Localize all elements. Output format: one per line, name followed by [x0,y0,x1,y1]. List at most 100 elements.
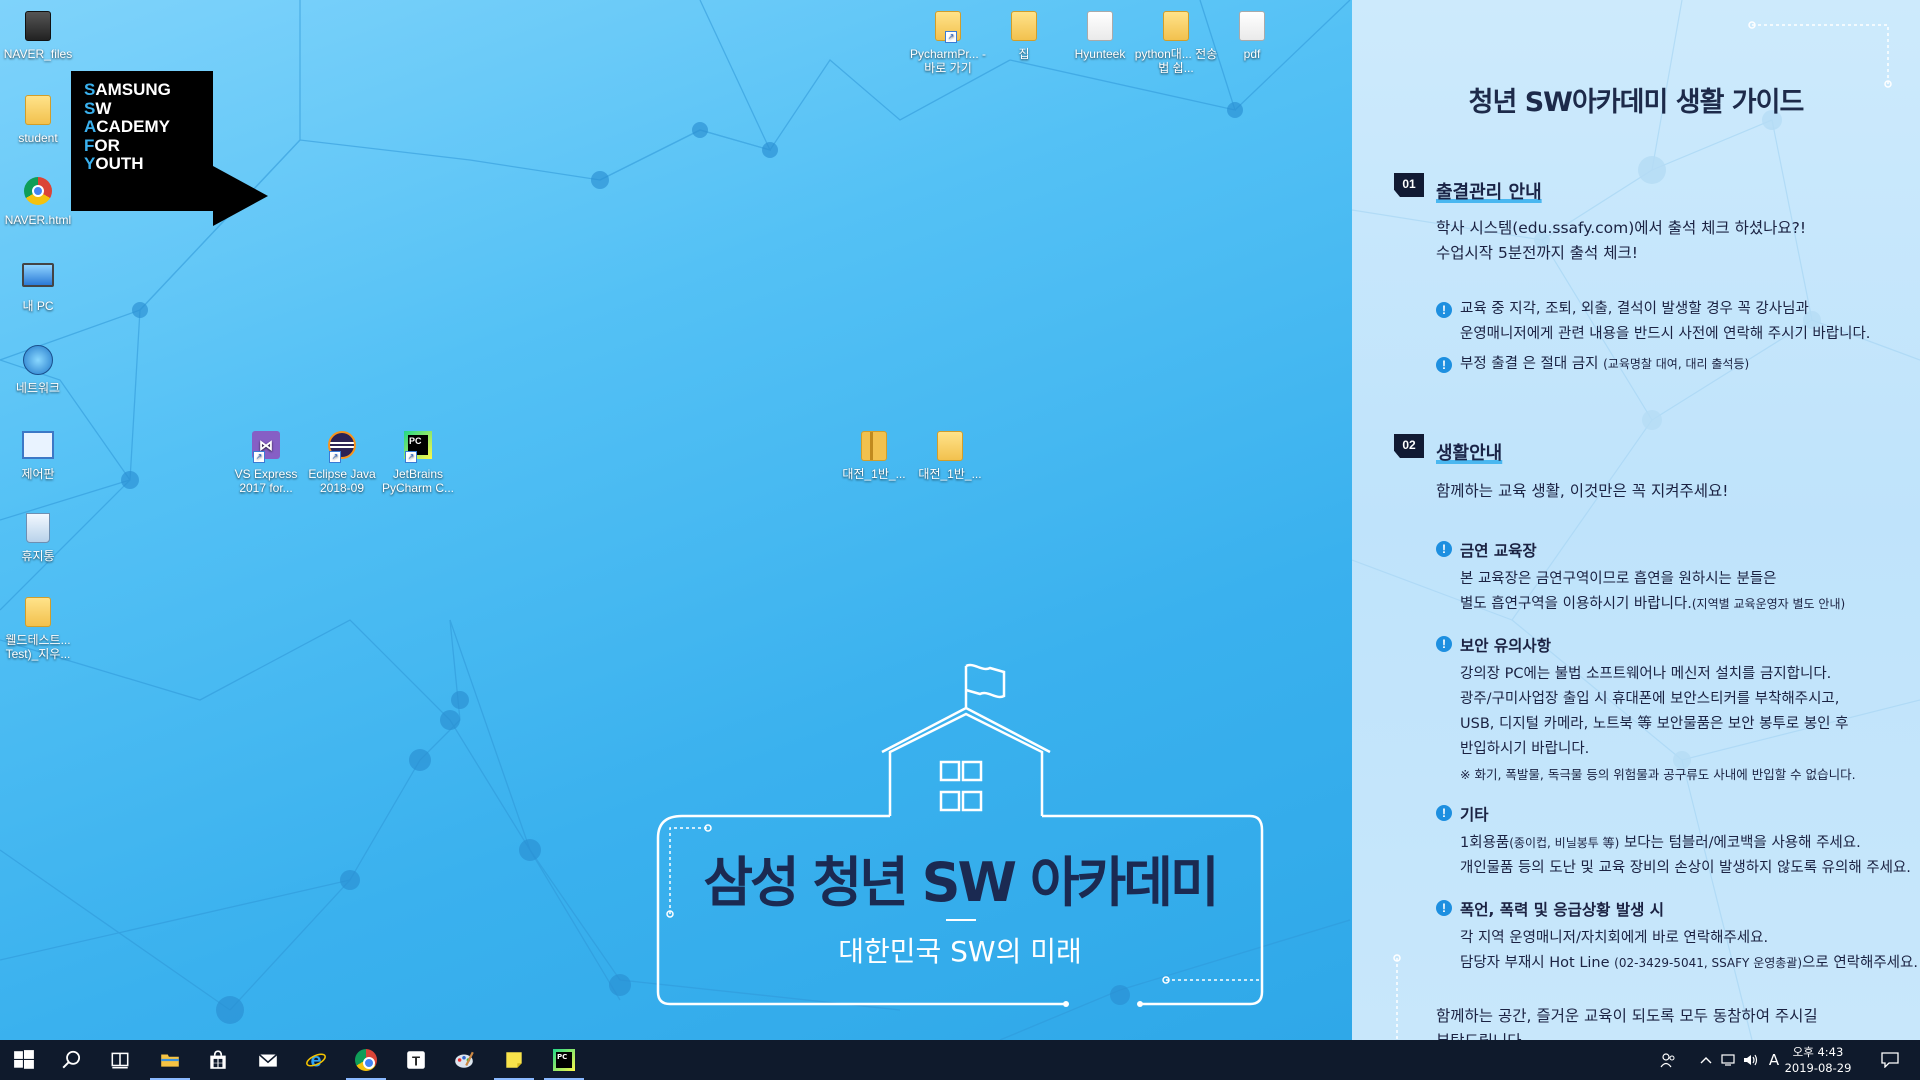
network-tray-icon [1721,1054,1735,1066]
etc-line: 개인물품 등의 도난 및 교육 장비의 손상이 발생하지 않도록 유의해 주세요… [1460,860,1911,876]
start-button[interactable] [0,1040,48,1080]
alert-icon: ! [1436,541,1452,557]
control-panel-icon [21,431,55,465]
desktop-icon-label: Hyunteek [1074,47,1126,61]
school-subtitle: 대한민국 SW의 미래 [838,935,1082,968]
people-button[interactable] [1656,1040,1680,1080]
taskbar-paint[interactable] [440,1040,488,1080]
clock[interactable]: 오후 4:43 2019-08-29 [1775,1040,1861,1080]
taskbar-typora[interactable]: T [392,1040,440,1080]
desktop-icon-label: python대... 전송법 쉽... [1134,47,1218,75]
taskbar-file-explorer[interactable] [146,1040,194,1080]
desktop-icon-label: 휴지통 [21,549,55,563]
desktop-icon-pdf[interactable]: pdf [1210,8,1294,61]
desktop-icon-label: 제어판 [21,467,55,481]
desktop-icon-label: PycharmPr... - 바로 가기 [909,47,986,75]
volume-icon [1744,1054,1758,1066]
network-tray-button[interactable] [1718,1040,1740,1080]
guide-decoration [1352,0,1920,1040]
paint-icon [455,1051,474,1068]
action-center-button[interactable] [1866,1040,1914,1080]
desktop-icon-label: NAVER_files [3,47,73,61]
shortcut-folder-icon: ↗ [931,11,965,45]
attendance-notice: 운영매니저에게 관련 내용을 반드시 사전에 연락해 주시기 바랍니다. [1460,326,1871,342]
alert-icon: ! [1436,636,1452,652]
taskbar-store[interactable] [194,1040,242,1080]
taskbar: e T PC A 오후 4:43 2019-08-29 [0,1040,1920,1080]
zip-folder-icon [857,431,891,465]
security-note: ※ 화기, 폭발물, 독극물 등의 위험물과 공구류도 사내에 반입할 수 없습… [1460,767,1856,782]
eclipse-icon: ↗ [325,431,359,465]
desktop-icon-pycharm-projects[interactable]: ↗ PycharmPr... - 바로 가기 [906,8,990,75]
taskbar-sticky-notes[interactable] [490,1040,538,1080]
typora-icon: T [407,1051,425,1069]
guide-title: 청년 SW아카데미 생활 가이드 [1468,87,1805,118]
desktop-icon-label: VS Express 2017 for... [234,467,298,495]
this-pc-icon [21,263,55,297]
logo-line: ACADEMY [84,117,170,137]
desktop-icon-this-pc[interactable]: 내 PC [0,258,80,313]
security-line: 광주/구미사업장 출입 시 휴대폰에 보안스티커를 부착해주시고, [1460,691,1840,707]
taskbar-mail[interactable] [244,1040,292,1080]
desktop-icon-naver-html[interactable]: NAVER.html [0,174,80,227]
volume-button[interactable] [1740,1040,1762,1080]
svg-text:e: e [310,1050,321,1071]
desktop[interactable]: NAVER_files student NAVER.html 내 PC 네트워크… [0,0,1920,1040]
chevron-up-icon [1700,1057,1712,1064]
desktop-icon-daejeon-doc[interactable]: 대전_1반_... [908,428,992,481]
section-number-badge: 01 [1394,173,1424,197]
desktop-icon-home-folder[interactable]: 집 [982,8,1066,61]
windows-logo-icon [14,1050,34,1069]
clock-date: 2019-08-29 [1784,1061,1852,1075]
taskbar-chrome[interactable] [342,1040,390,1080]
desktop-icon-label: 대전_1반_... [842,467,906,481]
desktop-icon-recycle-bin[interactable]: 휴지통 [0,510,80,563]
network-icon [21,345,55,379]
desktop-icon-vs-express[interactable]: ⋈ ↗ VS Express 2017 for... [224,428,308,495]
folder-icon [1007,11,1041,45]
no-smoking-line: 본 교육장은 금연구역이므로 흡연을 원하시는 분들은 [1460,571,1777,587]
folder-icon [21,597,55,631]
desktop-icon-hyunteek[interactable]: Hyunteek [1058,8,1142,61]
search-button[interactable] [48,1040,96,1080]
desktop-icon-pycharm[interactable]: PC ↗ JetBrains PyCharm C... [376,428,460,495]
sticky-notes-icon [506,1052,522,1068]
taskbar-pycharm[interactable]: PC [540,1040,588,1080]
alert-icon: ! [1436,357,1452,373]
desktop-icon-daejeon-zip[interactable]: 대전_1반_... [832,428,916,481]
emergency-title: 폭언, 폭력 및 응급상황 발생 시 [1460,901,1664,919]
task-view-button[interactable] [96,1040,144,1080]
user-folder-icon [21,95,55,129]
desktop-icon-student[interactable]: student [0,92,80,145]
alert-icon: ! [1436,900,1452,916]
desktop-icon-python-folder[interactable]: python대... 전송법 쉽... [1134,8,1218,75]
attendance-notice: 교육 중 지각, 조퇴, 외출, 결석이 발생할 경우 꼭 강사님과 [1460,301,1809,317]
taskbar-ie[interactable]: e [292,1040,340,1080]
desktop-icon-label: 대전_1반_... [918,467,982,481]
logo-line: SAMSUNG [84,80,171,99]
clock-time: 오후 4:43 [1792,1045,1844,1059]
attendance-line: 학사 시스템(edu.ssafy.com)에서 출석 체크 하셨나요?! [1436,219,1807,237]
desktop-icon-label: NAVER.html [4,213,72,227]
desktop-icon-control-panel[interactable]: 제어판 [0,426,80,481]
desktop-icon-naver-files[interactable]: NAVER_files [0,8,80,61]
etc-line: 1회용품(종이컵, 비닐봉투 等) 보다는 텀블러/에코백을 사용해 주세요. [1460,835,1861,851]
store-icon [210,1050,226,1069]
desktop-icon-network[interactable]: 네트워크 [0,342,80,395]
security-line: USB, 디지털 카메라, 노트북 等 보안물품은 보안 봉투로 봉인 후 [1460,716,1849,732]
security-line: 반입하시기 바랍니다. [1460,741,1590,757]
chrome-icon [355,1049,377,1071]
etc-title: 기타 [1460,806,1489,824]
alert-icon: ! [1436,805,1452,821]
desktop-icon-test-folder[interactable]: 웰드테스트... Test)_지우... [0,594,80,661]
mail-icon [258,1053,278,1067]
title-divider [946,919,976,921]
desktop-icon-label: 웰드테스트... Test)_지우... [5,633,71,661]
no-smoking-line: 별도 흡연구역을 이용하시기 바랍니다.(지역별 교육운영자 별도 안내) [1460,596,1846,612]
document-folder-icon [1083,11,1117,45]
show-hidden-icons-button[interactable] [1696,1040,1716,1080]
desktop-icon-eclipse[interactable]: ↗ Eclipse Java 2018-09 [300,428,384,495]
file-explorer-icon [161,1054,179,1067]
document-folder-icon [1235,11,1269,45]
logo-line: YOUTH [84,154,144,174]
